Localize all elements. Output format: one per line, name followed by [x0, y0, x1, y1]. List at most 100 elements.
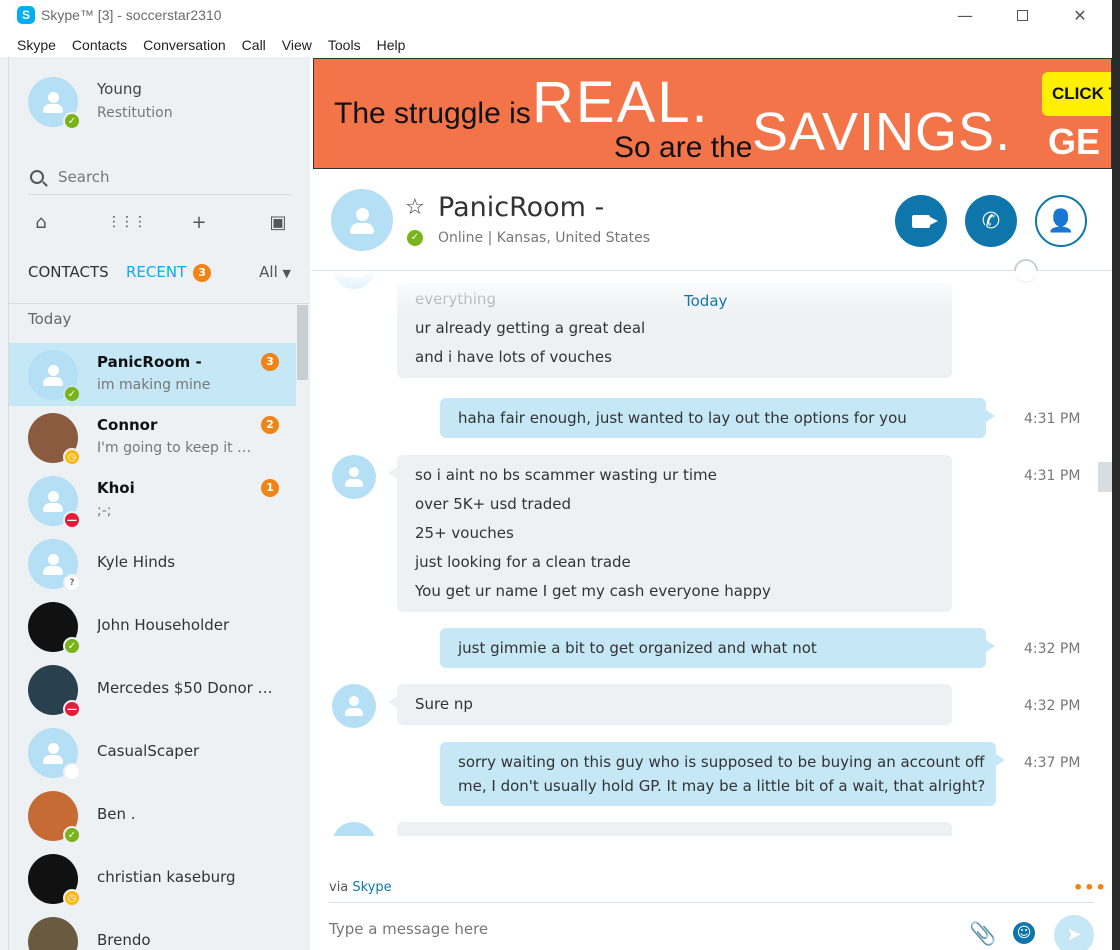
message-time: 4:32 PM [1024, 698, 1081, 714]
tab-contacts[interactable]: CONTACTS [28, 263, 109, 281]
contact-name: Ben . [97, 805, 136, 823]
message-line: just looking for a clean trade [415, 553, 631, 571]
contact-list: ✓ PanicRoom - im making mine 3 ◷ Connor … [9, 343, 296, 950]
profile-mood[interactable]: Restitution [97, 105, 173, 121]
avatar: — [28, 665, 81, 718]
message-line: me, I don't usually hold GP. It may be a… [458, 777, 986, 795]
attachment-icon[interactable]: 📎 [969, 922, 996, 947]
contact-item[interactable]: ✓ Ben . [9, 784, 296, 847]
contact-item[interactable]: ◷ Connor I'm going to keep it f... 2 [9, 406, 296, 469]
contact-item[interactable]: ? Kyle Hinds [9, 532, 296, 595]
dnd-status-icon: — [63, 511, 81, 529]
contacts-book-icon[interactable]: ▣ [265, 212, 291, 233]
message-history[interactable]: everything ur already getting a great de… [311, 271, 1112, 836]
unread-badge: 3 [261, 353, 279, 371]
emoticon-icon[interactable]: ☺ [1013, 922, 1035, 944]
avatar: ◷ [28, 413, 81, 466]
dnd-status-icon: — [63, 700, 81, 718]
window-left-edge [0, 57, 9, 950]
avatar [28, 917, 78, 950]
maximize-button[interactable] [993, 0, 1051, 30]
menu-call[interactable]: Call [242, 37, 266, 53]
message-line: and i have lots of vouches [415, 348, 612, 366]
via-text: via [329, 880, 349, 895]
message-time: 4:37 PM [1024, 755, 1081, 771]
message-line: You get ur name I get my cash everyone h… [415, 582, 771, 600]
contact-name: Connor [97, 416, 158, 434]
desktop-background [1112, 0, 1120, 950]
window-title: Skype™ [3] - soccerstar2310 [41, 7, 222, 23]
sender-avatar [332, 455, 376, 499]
ad-click-button[interactable]: CLICK T [1042, 72, 1111, 116]
away-status-icon: ◷ [63, 889, 81, 907]
sidebar-toolbar: ⌂ ⋮⋮⋮ + ▣ [28, 207, 291, 237]
home-icon[interactable]: ⌂ [28, 212, 54, 233]
contact-item[interactable]: ◷ christian kaseburg [9, 847, 296, 910]
tab-recent-label: RECENT [126, 263, 187, 281]
incoming-message [397, 822, 952, 836]
contact-name: Kyle Hinds [97, 553, 176, 571]
profile[interactable]: ✓ Young Restitution [28, 77, 173, 130]
contact-item[interactable]: Brendo [9, 910, 296, 950]
message-line: so i aint no bs scammer wasting ur time [415, 466, 717, 484]
favorite-star-icon[interactable]: ☆ [405, 195, 425, 220]
via-link[interactable]: Skype [352, 880, 391, 895]
menu-tools[interactable]: Tools [328, 37, 361, 53]
skype-logo-icon: S [17, 6, 35, 24]
title-bar: S Skype™ [3] - soccerstar2310 — ✕ [0, 0, 1112, 30]
audio-call-button[interactable]: ✆ [965, 195, 1017, 247]
filter-dropdown[interactable]: All ▼ [259, 263, 291, 281]
menu-bar: Skype Contacts Conversation Call View To… [0, 32, 1112, 57]
add-people-button[interactable]: 👤 [1035, 195, 1087, 247]
message-line: 25+ vouches [415, 524, 514, 542]
menu-conversation[interactable]: Conversation [143, 37, 226, 53]
contact-name: Brendo [97, 931, 151, 949]
contact-item[interactable]: — Khoi ;-; 1 [9, 469, 296, 532]
sender-avatar [332, 822, 376, 836]
message-input[interactable] [329, 920, 929, 938]
message-line: everything [415, 290, 496, 308]
contact-last-message: im making mine [97, 377, 211, 393]
search-box[interactable] [28, 159, 291, 195]
contact-item[interactable]: ✓ John Householder [9, 595, 296, 658]
sidebar-tabs: CONTACTS RECENT 3 All ▼ [28, 263, 291, 283]
more-options-icon[interactable]: ••• [1073, 878, 1107, 897]
contact-item[interactable]: — Mercedes $50 Donor -A... [9, 658, 296, 721]
via-label: via Skype [329, 880, 392, 895]
composer-divider [329, 902, 1094, 903]
send-button[interactable]: ➤ [1054, 915, 1094, 950]
incoming-message: so i aint no bs scammer wasting ur time … [388, 455, 952, 612]
message-line: sorry waiting on this guy who is suppose… [458, 753, 985, 771]
close-button[interactable]: ✕ [1051, 0, 1109, 30]
online-status-icon: ✓ [63, 826, 81, 844]
incoming-message: everything ur already getting a great de… [397, 283, 952, 378]
message-line: ur already getting a great deal [415, 319, 646, 337]
add-icon[interactable]: + [186, 212, 212, 233]
contact-name: John Householder [97, 616, 230, 634]
profile-name: Young [97, 80, 142, 98]
menu-contacts[interactable]: Contacts [72, 37, 127, 53]
chevron-down-icon: ▼ [282, 267, 291, 280]
sender-avatar [332, 684, 376, 728]
online-status-icon: ✓ [63, 112, 81, 130]
conversation-name: PanicRoom - [438, 192, 605, 223]
video-call-button[interactable] [895, 195, 947, 247]
menu-skype[interactable]: Skype [17, 37, 56, 53]
profile-avatar[interactable]: ✓ [28, 77, 81, 130]
message-line: over 5K+ usd traded [415, 495, 572, 513]
resize-handle[interactable] [1098, 462, 1112, 492]
menu-help[interactable]: Help [377, 37, 406, 53]
conversation-avatar[interactable] [331, 189, 393, 251]
contact-item[interactable]: CasualScaper [9, 721, 296, 784]
phone-icon: ✆ [981, 208, 1001, 234]
sidebar-scrollbar[interactable] [297, 305, 308, 380]
minimize-button[interactable]: — [936, 0, 994, 30]
dialpad-icon[interactable]: ⋮⋮⋮ [107, 214, 147, 230]
filter-label: All [259, 263, 278, 281]
tab-recent[interactable]: RECENT 3 [126, 263, 212, 282]
contact-name: Khoi [97, 479, 135, 497]
contact-item[interactable]: ✓ PanicRoom - im making mine 3 [9, 343, 296, 406]
ad-banner[interactable]: The struggle is REAL. So are the SAVINGS… [313, 58, 1112, 169]
search-input[interactable] [58, 167, 278, 186]
menu-view[interactable]: View [282, 37, 312, 53]
